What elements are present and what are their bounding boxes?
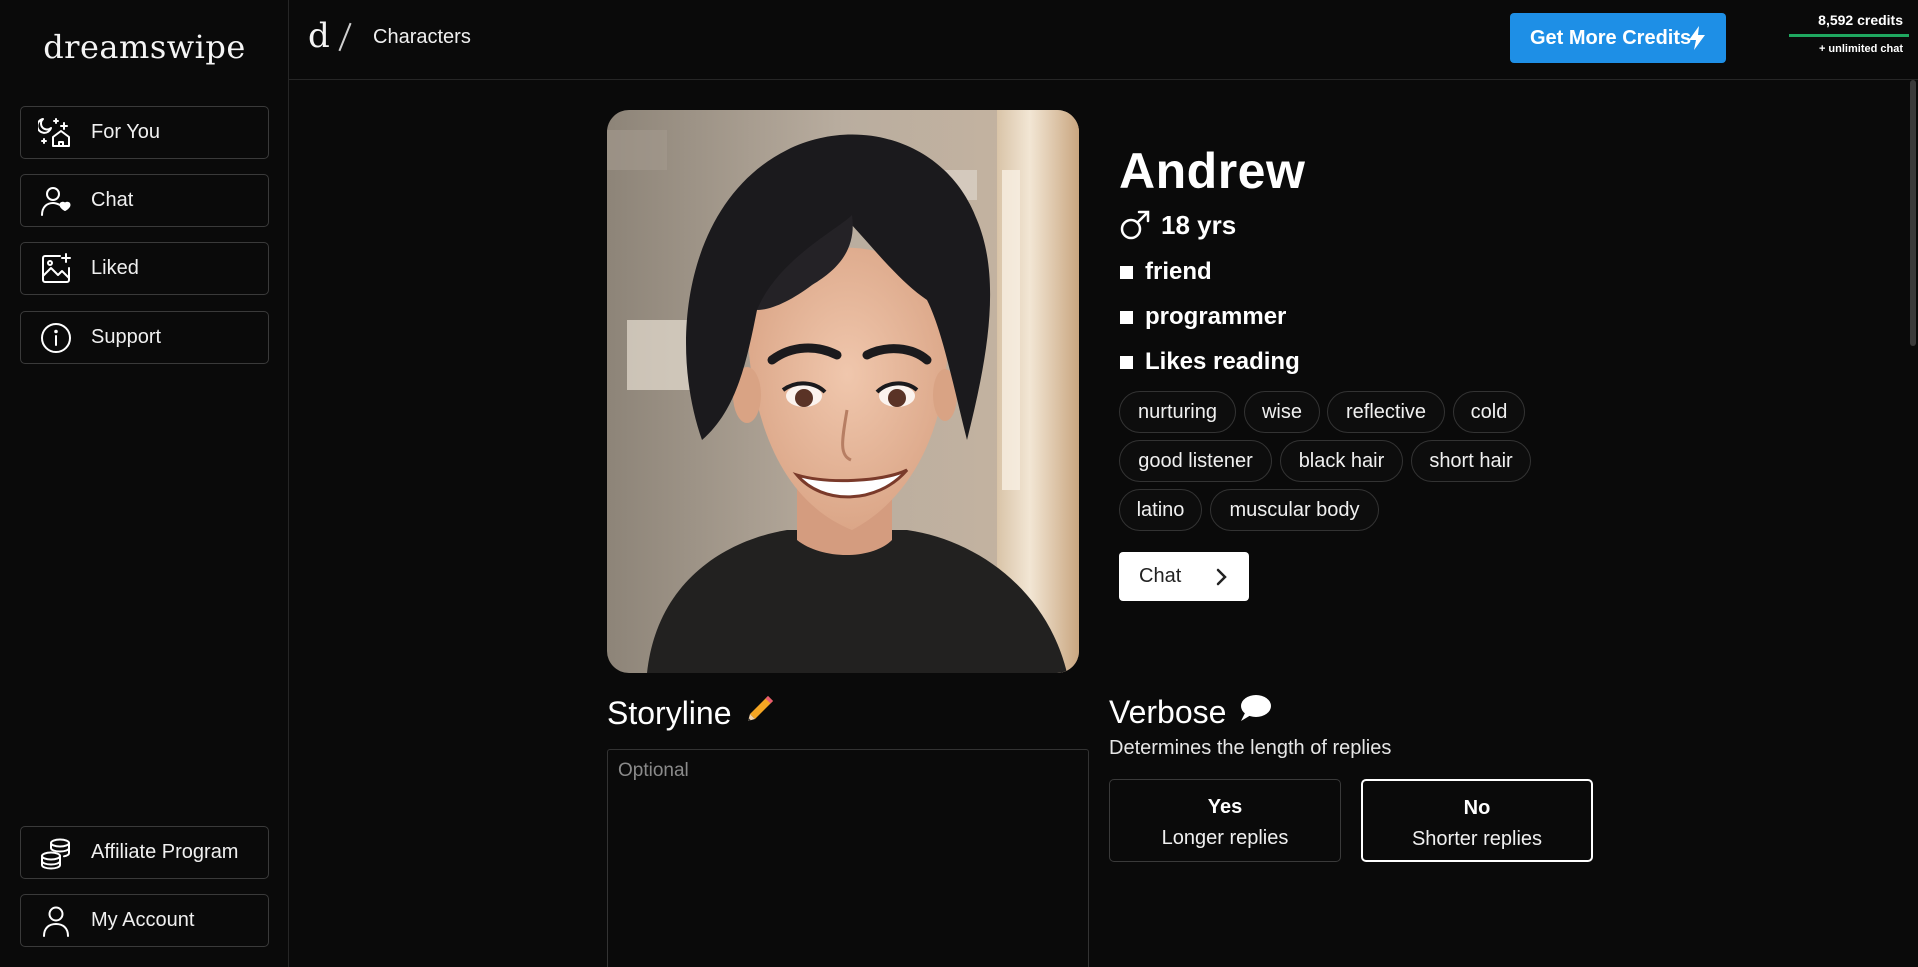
lightning-icon (1686, 25, 1708, 56)
character-name: Andrew (1119, 143, 1306, 199)
chevron-right-icon (1216, 568, 1227, 586)
tag-chip: reflective (1327, 391, 1445, 433)
sidebar-item-liked[interactable]: Liked (20, 242, 269, 295)
sidebar-item-support[interactable]: Support (20, 311, 269, 364)
sidebar-item-label: Chat (91, 189, 134, 211)
verbose-option-title: No (1463, 797, 1491, 819)
speech-bubble-icon (1238, 693, 1272, 731)
bullet-square-icon (1120, 265, 1133, 279)
tag-chip: good listener (1119, 440, 1272, 482)
sidebar-item-chat[interactable]: Chat (20, 174, 269, 227)
pencil-icon (744, 693, 776, 733)
verbose-option-yes[interactable]: Yes Longer replies (1109, 779, 1341, 862)
user-icon (37, 902, 75, 940)
sidebar-item-label: For You (91, 121, 160, 143)
storyline-title: Storyline (607, 694, 732, 731)
credits-note: + unlimited chat (1818, 43, 1903, 55)
character-age-value: 18 yrs (1161, 209, 1237, 240)
scrollbar-thumb[interactable] (1910, 80, 1916, 346)
breadcrumb-home[interactable]: d (308, 16, 330, 56)
sidebar-item-my-account[interactable]: My Account (20, 894, 269, 947)
verbose-option-no[interactable]: No Shorter replies (1361, 779, 1593, 862)
sidebar-item-affiliate-program[interactable]: Affiliate Program (20, 826, 269, 879)
character-age: 18 yrs (1119, 209, 1236, 241)
tag-chip: short hair (1411, 440, 1531, 482)
app-root: dreamswipe For You Chat Liked Support Af… (0, 0, 1918, 967)
chat-button[interactable]: Chat (1119, 552, 1249, 601)
character-fact-label: Likes reading (1145, 348, 1300, 375)
character-fact-label: friend (1145, 258, 1212, 285)
tag-chip: latino (1119, 489, 1202, 531)
scrollbar[interactable] (1908, 80, 1918, 967)
sidebar-item-label: Affiliate Program (91, 841, 239, 863)
credits-amount: 8,592 credits (1818, 12, 1903, 28)
sidebar-item-label: My Account (91, 909, 195, 931)
verbose-subtitle: Determines the length of replies (1109, 737, 1392, 759)
image-sparkle-icon (37, 250, 75, 288)
character-fact-label: programmer (1145, 303, 1287, 330)
credits-display: 8,592 credits + unlimited chat (1739, 12, 1909, 55)
get-more-credits-button[interactable]: Get More Credits (1510, 13, 1726, 63)
sidebar-item-for-you[interactable]: For You (20, 106, 269, 159)
bullet-square-icon (1120, 310, 1133, 324)
male-icon (1120, 210, 1150, 240)
verbose-title: Verbose (1109, 693, 1227, 730)
verbose-heading: Verbose (1109, 693, 1272, 731)
tag-chip: nurturing (1119, 391, 1236, 433)
user-heart-icon (37, 182, 75, 220)
coins-icon (37, 834, 75, 872)
tag-chip: black hair (1280, 440, 1403, 482)
tag-chip: muscular body (1210, 489, 1379, 531)
chat-button-label: Chat (1139, 565, 1182, 587)
tag-chip: cold (1453, 391, 1525, 433)
breadcrumb-current: Characters (373, 26, 471, 48)
storyline-input[interactable] (607, 749, 1089, 967)
sidebar-item-label: Support (91, 326, 162, 348)
logo[interactable]: dreamswipe (0, 28, 289, 66)
storyline-heading: Storyline (607, 693, 776, 733)
sparkle-home-icon (37, 114, 75, 152)
get-more-credits-label: Get More Credits (1530, 26, 1692, 49)
sidebar: dreamswipe For You Chat Liked Support Af… (0, 0, 289, 967)
credits-bar (1789, 34, 1909, 37)
verbose-option-title: Yes (1207, 796, 1243, 818)
info-icon (37, 319, 75, 357)
character-fact: Likes reading (1120, 348, 1300, 376)
character-fact: programmer (1120, 303, 1286, 331)
tag-chip: wise (1244, 391, 1320, 433)
verbose-option-desc: Shorter replies (1411, 828, 1543, 850)
sidebar-item-label: Liked (91, 257, 139, 279)
top-bar: d Characters Get More Credits 8,592 cred… (289, 0, 1918, 80)
verbose-option-desc: Longer replies (1161, 827, 1289, 849)
character-fact: friend (1120, 258, 1212, 286)
character-portrait (607, 110, 1079, 673)
breadcrumb-separator (338, 22, 352, 52)
bullet-square-icon (1120, 355, 1133, 369)
